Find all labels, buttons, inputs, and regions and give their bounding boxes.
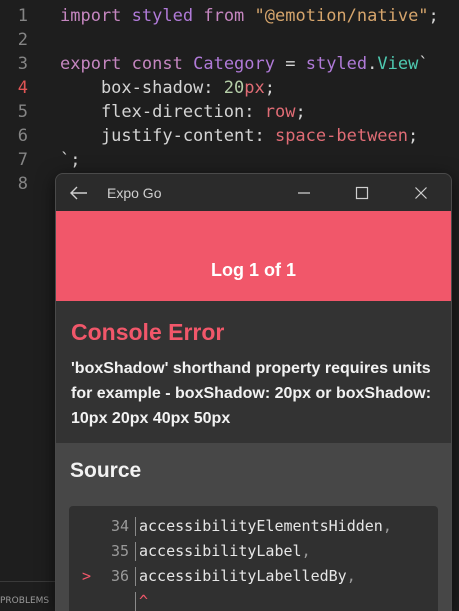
source-line-number: 36 bbox=[110, 567, 129, 585]
code-line: 3 export const Category = styled.View` bbox=[0, 52, 429, 76]
code-token: const bbox=[131, 54, 183, 74]
line-number: 2 bbox=[17, 30, 28, 50]
code-token: space-between bbox=[274, 126, 409, 146]
code-token: justify-content bbox=[60, 126, 255, 146]
code-token: = bbox=[275, 54, 306, 74]
code-token: px bbox=[244, 78, 265, 98]
source-line: 35 accessibilityLabel, bbox=[69, 539, 438, 564]
problems-tab[interactable]: PROBLEMS bbox=[0, 581, 55, 611]
code-line: 8 bbox=[0, 172, 28, 196]
code-line: 1 import styled from "@emotion/native"; bbox=[0, 4, 439, 28]
gutter-separator bbox=[135, 592, 136, 611]
source-line-text: accessibilityElementsHidden, bbox=[139, 514, 392, 539]
source-identifier: accessibilityElementsHidden bbox=[139, 517, 383, 535]
error-caret: ^ bbox=[139, 592, 149, 610]
window-title: Expo Go bbox=[107, 185, 162, 201]
gutter-separator bbox=[135, 542, 136, 561]
code-token: "@emotion/native" bbox=[254, 6, 429, 26]
code-token: styled bbox=[305, 54, 368, 74]
line-number: 4 bbox=[17, 78, 28, 98]
code-token: : bbox=[203, 78, 224, 98]
close-icon[interactable] bbox=[409, 181, 433, 205]
source-identifier: accessibilityLabel bbox=[139, 542, 302, 560]
error-section: Console Error 'boxShadow' shorthand prop… bbox=[56, 301, 451, 443]
code-token: box-shadow bbox=[60, 78, 204, 98]
code-token: ` bbox=[418, 54, 429, 74]
maximize-icon[interactable] bbox=[350, 181, 374, 205]
gutter-separator bbox=[135, 567, 136, 586]
source-line-number: 35 bbox=[110, 542, 129, 560]
code-token: flex-direction bbox=[60, 102, 245, 122]
expo-go-window: Expo Go Log 1 of 1 Console Error 'boxSha… bbox=[55, 173, 452, 611]
line-number: 3 bbox=[17, 54, 28, 74]
source-code-frame: 34 accessibilityElementsHidden, 35 accessib… bbox=[69, 506, 438, 611]
code-token: Category bbox=[193, 54, 275, 74]
code-text: box-shadow: 20px; bbox=[60, 76, 275, 100]
code-line: 4 box-shadow: 20px; bbox=[0, 76, 275, 100]
arrow-left-icon[interactable] bbox=[68, 182, 90, 204]
code-token: : bbox=[244, 102, 265, 122]
code-token: ; bbox=[70, 150, 81, 170]
code-text: `; bbox=[60, 148, 81, 172]
code-token: import bbox=[60, 6, 122, 26]
source-line: >36 accessibilityLabelledBy, bbox=[69, 564, 438, 589]
source-line-marker: > bbox=[82, 567, 92, 585]
code-token: export bbox=[60, 54, 122, 74]
code-token: from bbox=[203, 6, 245, 26]
code-line: 5 flex-direction: row; bbox=[0, 100, 306, 124]
code-token: styled bbox=[131, 6, 194, 26]
code-token: ; bbox=[264, 78, 275, 98]
gutter-separator bbox=[135, 517, 136, 536]
window-titlebar: Expo Go bbox=[56, 174, 451, 211]
error-title: Console Error bbox=[71, 319, 225, 345]
source-line-text: ^ bbox=[139, 589, 148, 611]
line-number: 6 bbox=[17, 126, 28, 146]
line-number: 7 bbox=[17, 150, 28, 170]
log-header: Log 1 of 1 bbox=[56, 211, 451, 301]
source-line-text: accessibilityLabelledBy, bbox=[139, 564, 356, 589]
line-number: 5 bbox=[17, 102, 28, 122]
code-text: flex-direction: row; bbox=[60, 100, 306, 124]
code-text: export const Category = styled.View` bbox=[60, 52, 429, 76]
code-token: ; bbox=[295, 102, 306, 122]
source-punctuation: , bbox=[301, 542, 311, 560]
code-token: . bbox=[367, 54, 378, 74]
code-token: row bbox=[264, 102, 296, 122]
line-number: 1 bbox=[17, 6, 28, 26]
code-text: justify-content: space-between; bbox=[60, 124, 418, 148]
code-token: ; bbox=[428, 6, 439, 26]
code-token: ` bbox=[60, 150, 71, 170]
source-line: 34 accessibilityElementsHidden, bbox=[69, 514, 438, 539]
code-token: View bbox=[377, 54, 419, 74]
source-title: Source bbox=[70, 459, 142, 482]
code-line: 7 `; bbox=[0, 148, 81, 172]
error-message: 'boxShadow' shorthand property requires … bbox=[71, 360, 432, 427]
code-token: ; bbox=[408, 126, 419, 146]
code-token: 20 bbox=[223, 78, 245, 98]
code-token: : bbox=[254, 126, 275, 146]
code-line: 6 justify-content: space-between; bbox=[0, 124, 419, 148]
line-number: 8 bbox=[17, 174, 28, 194]
log-counter: Log 1 of 1 bbox=[211, 260, 296, 280]
code-line: 2 bbox=[0, 28, 28, 52]
source-punctuation: , bbox=[382, 517, 392, 535]
code-text: import styled from "@emotion/native"; bbox=[60, 4, 439, 28]
source-line-number: 34 bbox=[110, 517, 129, 535]
source-punctuation: , bbox=[346, 567, 356, 585]
problems-tab-label: PROBLEMS bbox=[0, 596, 50, 606]
source-identifier: accessibilityLabelledBy bbox=[139, 567, 347, 585]
source-line: ^ bbox=[69, 589, 438, 611]
minimize-icon[interactable] bbox=[292, 181, 316, 205]
source-line-text: accessibilityLabel, bbox=[139, 539, 311, 564]
